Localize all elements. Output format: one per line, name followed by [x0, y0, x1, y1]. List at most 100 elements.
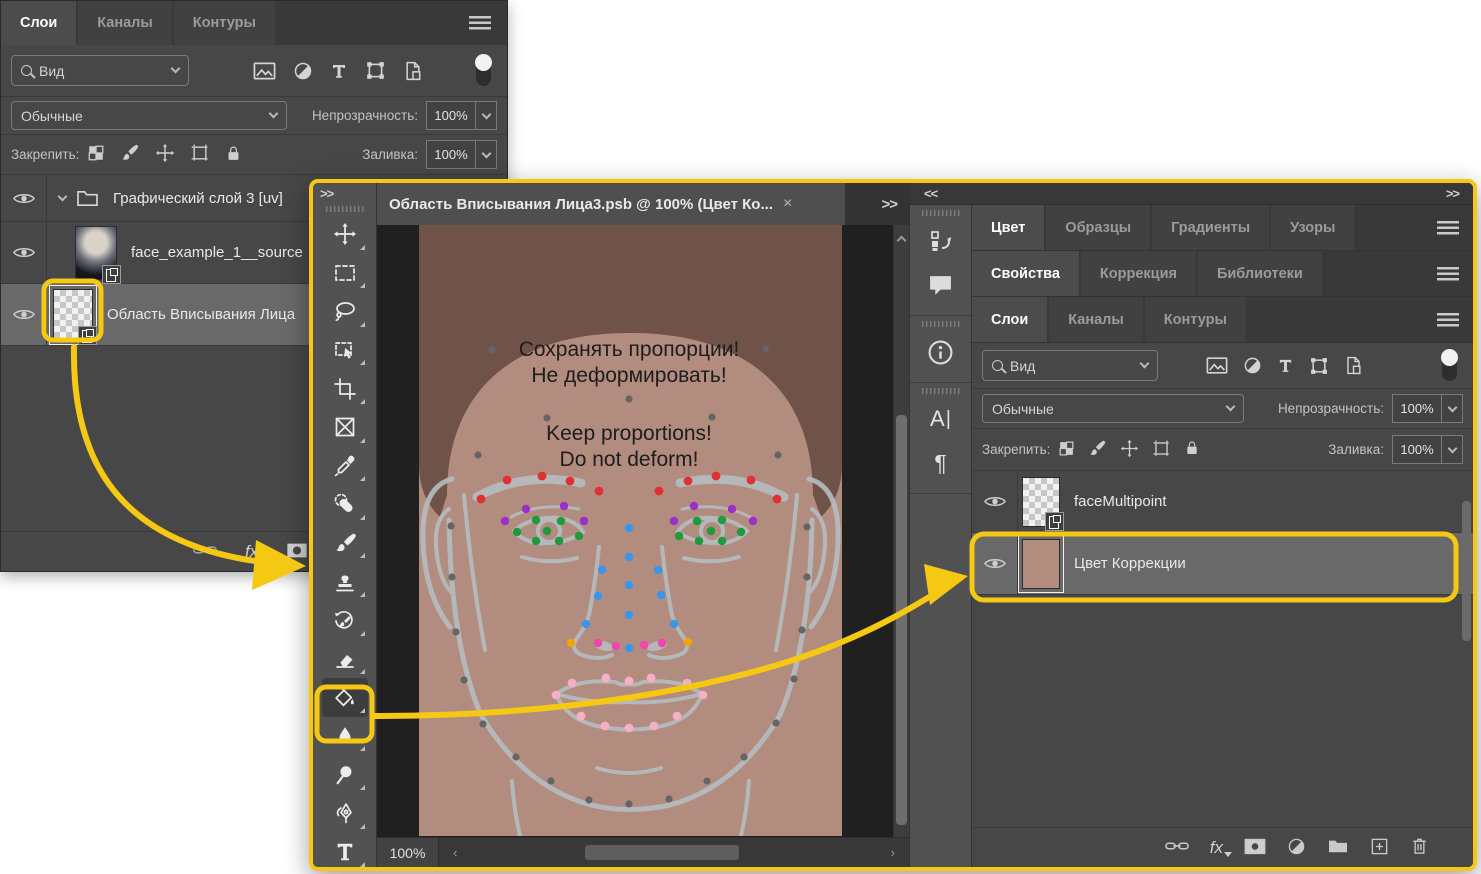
strip-grip[interactable]: [922, 388, 960, 394]
layer-effects-button[interactable]: fx: [1210, 838, 1223, 858]
visibility-toggle[interactable]: [972, 533, 1018, 594]
layer-filter-select[interactable]: Вид: [982, 350, 1158, 381]
tool-eyedropper[interactable]: [322, 447, 368, 486]
lock-all-icon[interactable]: [1184, 439, 1200, 460]
layer-thumbnail[interactable]: [1022, 477, 1060, 527]
toolbar-grip[interactable]: [326, 206, 364, 212]
tab-patterns[interactable]: Узоры: [1271, 205, 1354, 250]
panel-menu-icon[interactable]: [469, 16, 491, 30]
panel-scroll-thumb[interactable]: [1462, 501, 1471, 641]
lock-artboard-icon[interactable]: [1152, 439, 1171, 461]
lock-all-icon[interactable]: [225, 144, 242, 166]
opacity-value[interactable]: 100%: [1392, 394, 1442, 423]
panel-menu-icon[interactable]: [1437, 313, 1459, 327]
tool-paint-bucket[interactable]: [322, 678, 368, 717]
history-panel-icon[interactable]: [910, 219, 971, 263]
lock-pixels-icon[interactable]: [1088, 439, 1107, 461]
visibility-toggle[interactable]: [1, 284, 47, 345]
tab-color[interactable]: Цвет: [972, 205, 1044, 250]
layer-thumbnail-highlighted[interactable]: [1022, 539, 1060, 589]
paragraph-panel-icon[interactable]: ¶: [910, 441, 971, 485]
visibility-toggle[interactable]: [1, 175, 47, 221]
layer-row-color-correction[interactable]: Цвет Коррекции: [972, 533, 1473, 595]
scroll-left-icon[interactable]: ‹: [439, 845, 471, 860]
vertical-scrollbar[interactable]: [893, 225, 909, 837]
layer-name[interactable]: faceMultipoint: [1074, 493, 1167, 510]
tool-eraser[interactable]: [322, 640, 368, 679]
layer-effects-button[interactable]: fx: [245, 542, 258, 562]
document-tab[interactable]: Область Вписывания Лица3.psb @ 100% (Цве…: [377, 183, 845, 225]
image-filter-icon[interactable]: [253, 61, 276, 81]
smart-object-filter-icon[interactable]: [403, 60, 423, 82]
layer-name[interactable]: face_example_1__source: [131, 244, 303, 261]
adjustment-filter-icon[interactable]: [293, 61, 313, 81]
tool-healing-brush[interactable]: [322, 485, 368, 524]
zoom-level[interactable]: 100%: [377, 838, 439, 867]
add-adjustment-button[interactable]: [1287, 837, 1306, 859]
tab-layers[interactable]: Слои: [1, 1, 76, 45]
tool-object-selection[interactable]: [322, 331, 368, 370]
smart-object-filter-icon[interactable]: [1344, 355, 1363, 376]
tool-crop[interactable]: [322, 369, 368, 408]
tab-paths[interactable]: Контуры: [1145, 297, 1246, 342]
lock-pixels-icon[interactable]: [120, 143, 140, 166]
lock-position-icon[interactable]: [1120, 439, 1139, 461]
lock-transparency-icon[interactable]: [87, 144, 105, 165]
fill-value[interactable]: 100%: [426, 140, 476, 169]
tool-dodge[interactable]: [322, 755, 368, 794]
vertical-scroll-thumb[interactable]: [896, 415, 907, 825]
type-filter-icon[interactable]: [330, 61, 348, 81]
layer-name[interactable]: Графический слой 3 [uv]: [113, 190, 283, 207]
strip-grip[interactable]: [922, 321, 960, 327]
toolbar-expand-icon[interactable]: >>: [313, 183, 333, 201]
add-mask-button[interactable]: [1244, 838, 1266, 858]
opacity-value[interactable]: 100%: [426, 101, 476, 130]
visibility-toggle[interactable]: [972, 471, 1018, 532]
tool-lasso[interactable]: [322, 292, 368, 331]
link-layers-icon[interactable]: [193, 543, 217, 560]
new-layer-button[interactable]: [1370, 837, 1389, 859]
delete-layer-button[interactable]: [1410, 836, 1429, 859]
collapse-dock-icon[interactable]: <<: [924, 186, 937, 201]
character-panel-icon[interactable]: A|: [910, 397, 971, 441]
add-mask-button[interactable]: [286, 542, 308, 562]
tool-type[interactable]: [322, 833, 368, 872]
tab-channels[interactable]: Каналы: [78, 1, 172, 45]
blend-mode-select[interactable]: Обычные: [11, 101, 287, 130]
opacity-dropdown[interactable]: [476, 101, 497, 130]
expand-dock-icon[interactable]: >>: [1446, 186, 1459, 201]
type-filter-icon[interactable]: [1277, 356, 1294, 375]
strip-grip[interactable]: [922, 210, 960, 216]
shape-filter-icon[interactable]: [365, 60, 386, 81]
scroll-up-icon[interactable]: [897, 236, 907, 246]
filter-toggle[interactable]: [476, 56, 491, 86]
visibility-toggle[interactable]: [1, 222, 47, 283]
layer-thumbnail-highlighted[interactable]: [53, 289, 93, 341]
adjustment-filter-icon[interactable]: [1243, 356, 1262, 375]
tool-marquee[interactable]: [322, 254, 368, 293]
info-panel-icon[interactable]: [910, 330, 971, 374]
image-filter-icon[interactable]: [1206, 356, 1228, 375]
lock-position-icon[interactable]: [155, 143, 175, 166]
horizontal-scroll-thumb[interactable]: [585, 845, 739, 860]
layer-filter-select[interactable]: Вид: [11, 55, 189, 86]
panel-menu-icon[interactable]: [1437, 267, 1459, 281]
tab-libraries[interactable]: Библиотеки: [1198, 251, 1322, 296]
panel-menu-icon[interactable]: [1437, 221, 1459, 235]
filter-toggle[interactable]: [1442, 351, 1457, 381]
tab-layers[interactable]: Слои: [972, 297, 1047, 342]
tool-frame[interactable]: [322, 408, 368, 447]
tab-paths[interactable]: Контуры: [174, 1, 275, 45]
link-layers-icon[interactable]: [1165, 839, 1189, 856]
document-canvas[interactable]: Сохранять пропорции! Не деформировать! K…: [377, 225, 909, 837]
tool-pen[interactable]: [322, 794, 368, 833]
fill-dropdown[interactable]: [1442, 435, 1463, 464]
layer-row-facemultipoint[interactable]: faceMultipoint: [972, 471, 1473, 533]
lock-artboard-icon[interactable]: [190, 143, 210, 166]
tool-blur[interactable]: [322, 717, 368, 756]
tab-adjustments[interactable]: Коррекция: [1081, 251, 1196, 296]
lock-transparency-icon[interactable]: [1058, 440, 1075, 460]
horizontal-scrollbar[interactable]: [471, 838, 876, 867]
group-expand-icon[interactable]: [58, 191, 68, 201]
new-group-button[interactable]: [1327, 837, 1349, 858]
